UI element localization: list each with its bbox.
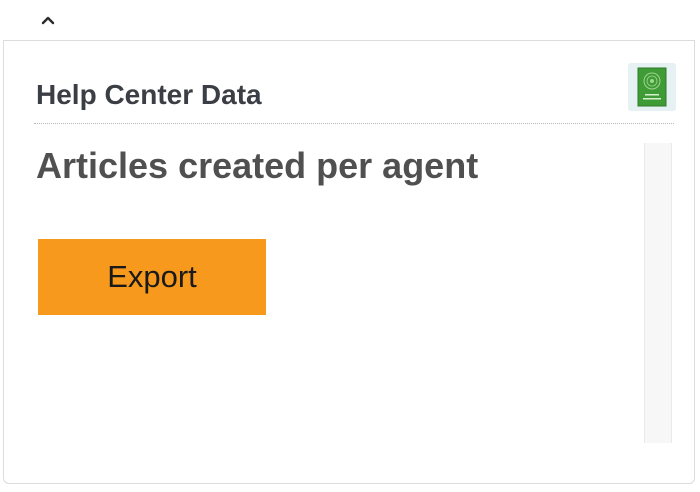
- zendesk-app-logo-icon: [637, 67, 667, 107]
- app-logo: [628, 63, 676, 111]
- report-title: Articles created per agent: [36, 145, 479, 186]
- export-button[interactable]: Export: [38, 239, 266, 315]
- chevron-up-icon: [41, 16, 55, 25]
- collapse-button[interactable]: [36, 8, 60, 32]
- report-frame: Articles created per agent Export: [34, 143, 676, 443]
- card-title: Help Center Data: [36, 79, 262, 110]
- top-toolbar: [0, 0, 700, 42]
- card-header: Help Center Data: [34, 63, 676, 124]
- help-center-card: Help Center Data Articles created per ag…: [3, 40, 695, 484]
- vertical-scrollbar[interactable]: [644, 143, 672, 443]
